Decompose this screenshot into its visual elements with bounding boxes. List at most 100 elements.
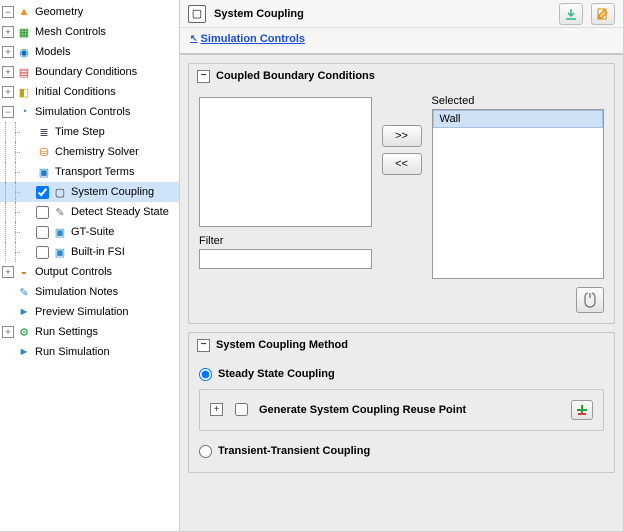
tree-item-label: Output Controls	[35, 266, 112, 278]
tree-item-label: Simulation Controls	[35, 106, 130, 118]
radio-steady-input[interactable]	[199, 368, 212, 381]
expander-placeholder	[2, 306, 14, 318]
system-coupling-icon: ▢	[188, 5, 206, 23]
list-item[interactable]: Wall	[433, 110, 604, 128]
models-icon: ◉	[16, 44, 32, 60]
tree-item[interactable]: ⛁Chemistry Solver	[0, 142, 179, 162]
main-panel: ▢ System Coupling ↖ Simulation Controls …	[180, 0, 623, 531]
tree-item[interactable]: ▣Built-in FSI	[0, 242, 179, 262]
gt-suite-icon: ▣	[52, 224, 68, 240]
collapse-button[interactable]: −	[197, 70, 210, 83]
boundary-conditions-icon: ▤	[16, 64, 32, 80]
radio-transient[interactable]: Transient-Transient Coupling	[199, 441, 604, 462]
tree-item-checkbox[interactable]	[36, 246, 49, 259]
system-coupling-icon: ▢	[52, 184, 68, 200]
expander-placeholder	[22, 186, 34, 198]
expander-placeholder	[22, 226, 34, 238]
detect-steady-state-icon: ✎	[52, 204, 68, 220]
expand-icon[interactable]: +	[2, 46, 14, 58]
simulation-notes-icon: ✎	[16, 284, 32, 300]
tree-item[interactable]: ✎Detect Steady State	[0, 202, 179, 222]
radio-steady-state[interactable]: Steady State Coupling	[199, 364, 604, 385]
tree-item[interactable]: +▤Boundary Conditions	[0, 62, 179, 82]
output-controls-icon: ◒	[16, 264, 32, 280]
tree-item[interactable]: ►Preview Simulation	[0, 302, 179, 322]
geometry-icon: ▲	[16, 4, 32, 20]
tree-item[interactable]: ▢System Coupling	[0, 182, 179, 202]
tree-item[interactable]: ✎Simulation Notes	[0, 282, 179, 302]
tree-item-label: Mesh Controls	[35, 26, 106, 38]
edit-button[interactable]	[591, 3, 615, 25]
tree-item[interactable]: ▣GT-Suite	[0, 222, 179, 242]
tree-item-checkbox[interactable]	[36, 186, 49, 199]
tree-item[interactable]: −▲Geometry	[0, 2, 179, 22]
radio-transient-input[interactable]	[199, 445, 212, 458]
run-settings-icon: ⚙	[16, 324, 32, 340]
remove-button[interactable]: <<	[382, 153, 422, 175]
tree-item-label: Run Settings	[35, 326, 98, 338]
move-buttons: >> <<	[382, 95, 422, 175]
tree-item-label: Transport Terms	[55, 166, 134, 178]
add-button[interactable]: >>	[382, 125, 422, 147]
tree-item-label: Built-in FSI	[71, 246, 125, 258]
tree-item[interactable]: +⚙Run Settings	[0, 322, 179, 342]
app-root: −▲Geometry+▦Mesh Controls+◉Models+▤Bound…	[0, 0, 624, 532]
selected-listbox[interactable]: Wall	[432, 109, 605, 279]
reuse-point-action-icon[interactable]	[571, 400, 593, 420]
tree-item-label: Chemistry Solver	[55, 146, 139, 158]
tree-item-checkbox[interactable]	[36, 206, 49, 219]
collapse-icon[interactable]: −	[2, 6, 14, 18]
expand-button[interactable]: +	[210, 403, 223, 416]
import-button[interactable]	[559, 3, 583, 25]
group-header-cbc: − Coupled Boundary Conditions	[189, 64, 614, 89]
tree-item-label: Initial Conditions	[35, 86, 116, 98]
tree-item-label: Simulation Notes	[35, 286, 118, 298]
pick-in-viewport-button[interactable]	[576, 287, 604, 313]
tree-item-label: Preview Simulation	[35, 306, 129, 318]
up-arrow-icon: ↖	[190, 33, 198, 44]
expand-icon[interactable]: +	[2, 86, 14, 98]
tree-item[interactable]: ►Run Simulation	[0, 342, 179, 362]
expand-icon[interactable]: +	[2, 326, 14, 338]
filter-input[interactable]	[199, 249, 372, 269]
available-listbox[interactable]	[199, 97, 372, 227]
tree-item[interactable]: +◒Output Controls	[0, 262, 179, 282]
tree-item[interactable]: ▣Transport Terms	[0, 162, 179, 182]
tree-item[interactable]: +▦Mesh Controls	[0, 22, 179, 42]
simulation-controls-icon: ◔	[16, 104, 32, 120]
reuse-point-label: Generate System Coupling Reuse Point	[259, 404, 466, 416]
reuse-point-subgroup: + Generate System Coupling Reuse Point	[199, 389, 604, 431]
tree-item-label: Detect Steady State	[71, 206, 169, 218]
tree-item-checkbox[interactable]	[36, 226, 49, 239]
group-header-method: − System Coupling Method	[189, 333, 614, 358]
reuse-point-checkbox[interactable]	[235, 403, 248, 416]
expander-placeholder	[2, 286, 14, 298]
group-coupled-boundary-conditions: − Coupled Boundary Conditions Filter >>	[188, 63, 615, 324]
built-in-fsi-icon: ▣	[52, 244, 68, 260]
group-title: System Coupling Method	[216, 339, 348, 351]
tree-item-label: Geometry	[35, 6, 83, 18]
breadcrumb-bar: ↖ Simulation Controls	[180, 28, 623, 55]
breadcrumb-link[interactable]: ↖ Simulation Controls	[190, 33, 305, 45]
tree-item[interactable]: +◧Initial Conditions	[0, 82, 179, 102]
navigation-tree[interactable]: −▲Geometry+▦Mesh Controls+◉Models+▤Bound…	[0, 0, 180, 531]
expander-placeholder	[22, 166, 34, 178]
time-step-icon: ≣	[36, 124, 52, 140]
tree-item-label: Time Step	[55, 126, 105, 138]
expand-icon[interactable]: +	[2, 26, 14, 38]
group-system-coupling-method: − System Coupling Method Steady State Co…	[188, 332, 615, 473]
breadcrumb-label: Simulation Controls	[201, 33, 306, 45]
expand-icon[interactable]: +	[2, 66, 14, 78]
expand-icon[interactable]: +	[2, 266, 14, 278]
selected-label: Selected	[432, 95, 605, 107]
run-simulation-icon: ►	[16, 344, 32, 360]
tree-item-label: GT-Suite	[71, 226, 114, 238]
panel-title: System Coupling	[214, 8, 551, 20]
filter-label: Filter	[199, 235, 372, 247]
tree-item[interactable]: ≣Time Step	[0, 122, 179, 142]
collapse-icon[interactable]: −	[2, 106, 14, 118]
tree-item[interactable]: +◉Models	[0, 42, 179, 62]
tree-item-label: Models	[35, 46, 70, 58]
tree-item[interactable]: −◔Simulation Controls	[0, 102, 179, 122]
collapse-button[interactable]: −	[197, 339, 210, 352]
